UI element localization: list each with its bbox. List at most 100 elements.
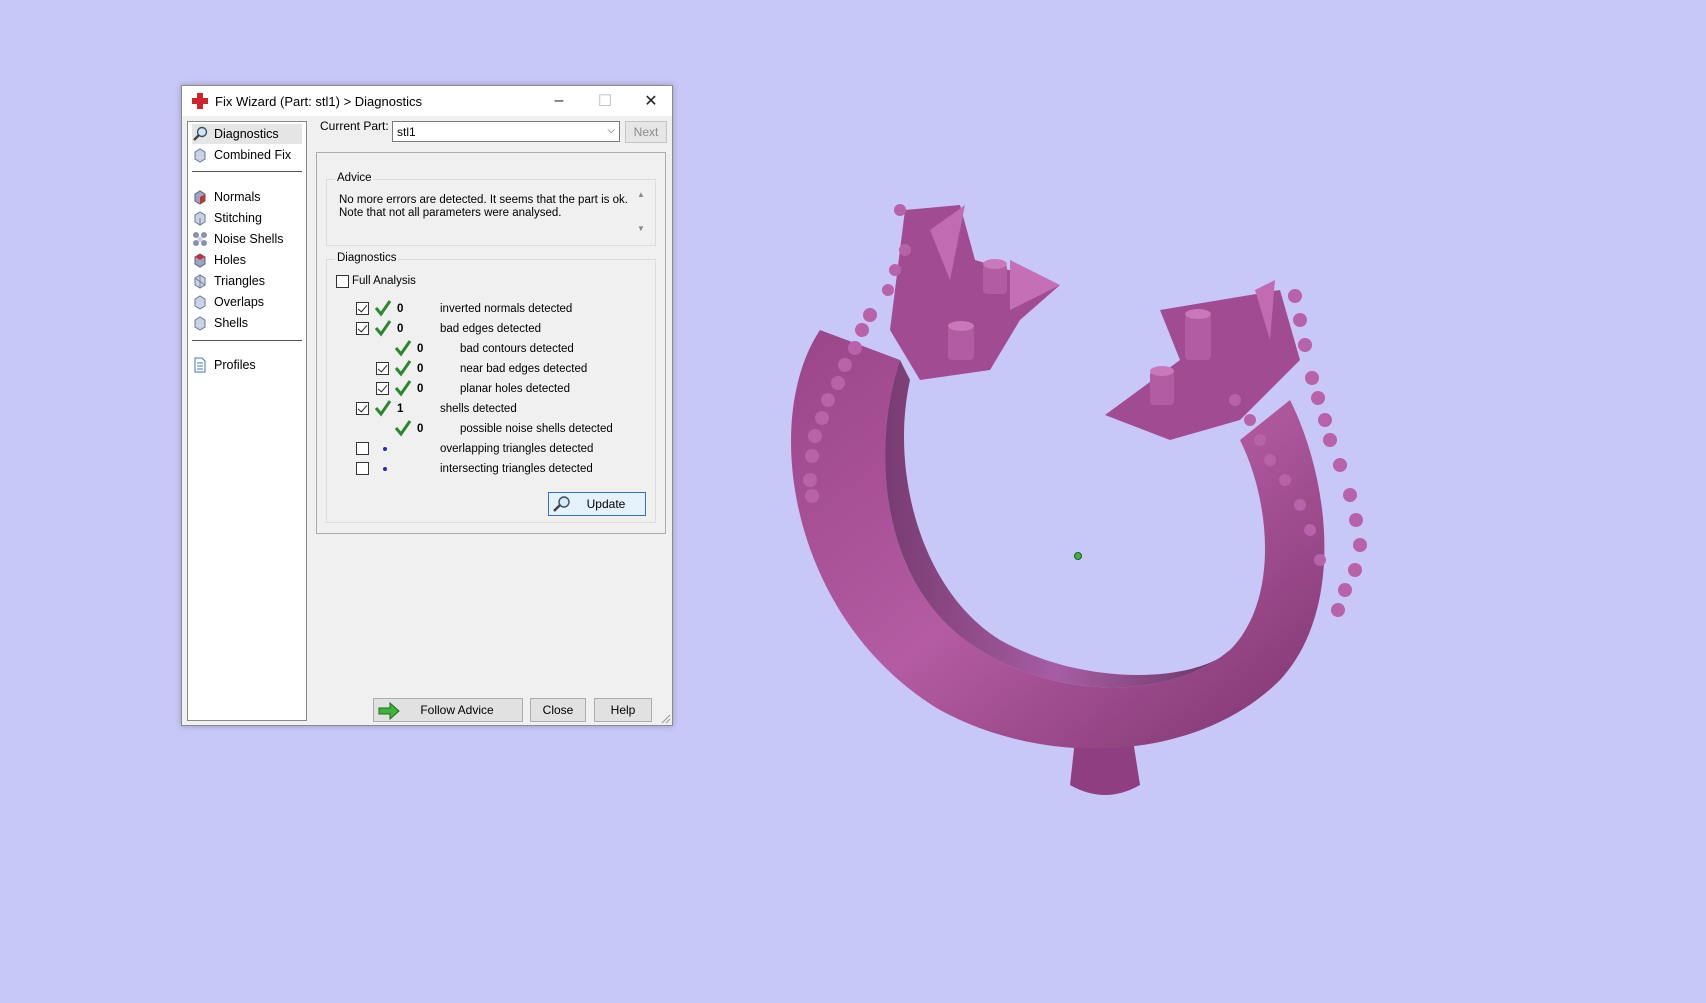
window-title: Fix Wizard (Part: stl1) > Diagnostics <box>215 93 422 109</box>
title-bar[interactable]: Fix Wizard (Part: stl1) > Diagnostics – … <box>182 86 672 116</box>
sidebar-item-profiles[interactable]: Profiles <box>192 355 302 375</box>
bad-edges-checkbox[interactable] <box>356 322 369 335</box>
inverted-normals-label: inverted normals detected <box>440 303 573 315</box>
check-icon <box>394 360 412 377</box>
next-button[interactable]: Next <box>625 121 667 143</box>
scroll-down-icon[interactable]: ▼ <box>635 224 647 233</box>
advice-group-title: Advice <box>335 172 374 184</box>
follow-advice-label: Follow Advice <box>420 703 494 717</box>
inverted-normals-count: 0 <box>397 303 404 315</box>
intersecting-triangles-checkbox[interactable] <box>356 462 369 475</box>
advice-text: No more errors are detected. It seems th… <box>339 194 639 220</box>
maximize-icon: ☐ <box>597 93 613 110</box>
dots-cube-icon <box>193 232 207 246</box>
cube-icon <box>194 316 206 331</box>
sidebar-item-holes[interactable]: Holes <box>192 250 302 270</box>
ring-model[interactable] <box>791 204 1367 795</box>
check-icon <box>374 300 392 317</box>
document-icon <box>194 357 206 373</box>
sidebar-item-diagnostics[interactable]: Diagnostics <box>192 124 302 144</box>
resize-grip-icon[interactable] <box>661 714 671 724</box>
shells-label: shells detected <box>440 403 517 415</box>
planar-holes-checkbox[interactable] <box>376 382 389 395</box>
shells-checkbox[interactable] <box>356 402 369 415</box>
diagnostics-group: Diagnostics Full Analysis 0 inverted nor… <box>326 252 656 523</box>
inverted-normals-checkbox[interactable] <box>356 302 369 315</box>
sidebar-item-label: Holes <box>214 253 246 267</box>
magnifier-icon <box>553 496 570 512</box>
sidebar-item-combined-fix[interactable]: Combined Fix <box>192 145 302 165</box>
planar-holes-count: 0 <box>417 383 424 395</box>
red-cross-icon <box>192 93 208 109</box>
maximize-button[interactable]: ☐ <box>582 86 628 116</box>
sidebar-item-stitching[interactable]: Stitching <box>192 208 302 228</box>
bad-edges-count: 0 <box>397 323 404 335</box>
sidebar-item-label: Stitching <box>214 211 262 225</box>
full-analysis-checkbox[interactable] <box>336 275 349 288</box>
advice-line-2: Note that not all parameters were analys… <box>339 207 562 219</box>
minimize-icon: – <box>554 92 564 109</box>
green-arrow-icon <box>378 702 400 720</box>
check-icon <box>394 340 412 357</box>
update-button[interactable]: Update <box>548 492 646 516</box>
bad-contours-count: 0 <box>417 343 424 355</box>
full-analysis-label: Full Analysis <box>352 275 416 287</box>
chevron-down-icon: ⌵ <box>607 125 615 136</box>
bad-edges-label: bad edges detected <box>440 323 542 335</box>
check-icon <box>394 380 412 397</box>
close-window-button[interactable]: ✕ <box>628 86 674 116</box>
follow-advice-button[interactable]: Follow Advice <box>373 698 523 722</box>
check-icon <box>374 320 392 337</box>
current-part-value: stl1 <box>397 124 416 139</box>
sidebar-item-overlaps[interactable]: Overlaps <box>192 292 302 312</box>
cube-icon <box>194 295 206 310</box>
sidebar-item-label: Shells <box>214 316 249 330</box>
not-analysed-dot-icon <box>383 467 387 471</box>
rotation-center-marker <box>1074 552 1082 560</box>
near-bad-edges-checkbox[interactable] <box>376 362 389 375</box>
help-button-label: Help <box>610 703 636 717</box>
noise-shells-label: possible noise shells detected <box>460 423 613 435</box>
shells-count: 1 <box>397 403 404 415</box>
advice-line-1: No more errors are detected. It seems th… <box>339 194 628 206</box>
diagnostics-panel: Advice No more errors are detected. It s… <box>316 152 666 534</box>
fix-wizard-dialog: Fix Wizard (Part: stl1) > Diagnostics – … <box>181 85 673 726</box>
close-button[interactable]: Close <box>530 698 586 722</box>
scroll-up-icon[interactable]: ▲ <box>635 190 647 199</box>
intersecting-triangles-label: intersecting triangles detected <box>440 463 593 475</box>
red-cube-icon <box>194 253 206 268</box>
fix-wizard-sidebar: Diagnostics Combined Fix Normals Stitchi… <box>187 121 307 721</box>
near-bad-edges-label: near bad edges detected <box>460 363 588 375</box>
overlapping-triangles-label: overlapping triangles detected <box>440 443 594 455</box>
not-analysed-dot-icon <box>383 447 387 451</box>
overlapping-triangles-checkbox[interactable] <box>356 442 369 455</box>
current-part-select[interactable]: stl1 ⌵ <box>392 121 620 142</box>
sidebar-item-label: Diagnostics <box>214 127 279 141</box>
sidebar-item-normals[interactable]: Normals <box>192 187 302 207</box>
help-button[interactable]: Help <box>594 698 652 722</box>
cube-icon <box>194 274 206 289</box>
bad-contours-label: bad contours detected <box>460 343 574 355</box>
check-icon <box>394 420 412 437</box>
check-icon <box>374 400 392 417</box>
current-part-label: Current Part: <box>320 119 389 133</box>
red-cube-icon <box>194 190 206 205</box>
planar-holes-label: planar holes detected <box>460 383 570 395</box>
sidebar-item-triangles[interactable]: Triangles <box>192 271 302 291</box>
diagnostics-group-title: Diagnostics <box>335 252 399 264</box>
sidebar-item-label: Overlaps <box>214 295 265 309</box>
cube-icon <box>194 211 206 226</box>
sidebar-item-noise-shells[interactable]: Noise Shells <box>192 229 302 249</box>
sidebar-item-label: Profiles <box>214 358 256 372</box>
advice-group: Advice No more errors are detected. It s… <box>326 172 656 246</box>
sidebar-item-shells[interactable]: Shells <box>192 313 302 333</box>
sidebar-item-label: Noise Shells <box>214 232 284 246</box>
cube-icon <box>194 148 206 163</box>
sidebar-item-label: Normals <box>214 190 261 204</box>
next-button-label: Next <box>633 125 659 139</box>
sidebar-divider <box>192 171 302 172</box>
sidebar-item-label: Triangles <box>214 274 265 288</box>
noise-shells-count: 0 <box>417 423 424 435</box>
minimize-button[interactable]: – <box>536 86 582 116</box>
sidebar-divider <box>192 340 302 341</box>
